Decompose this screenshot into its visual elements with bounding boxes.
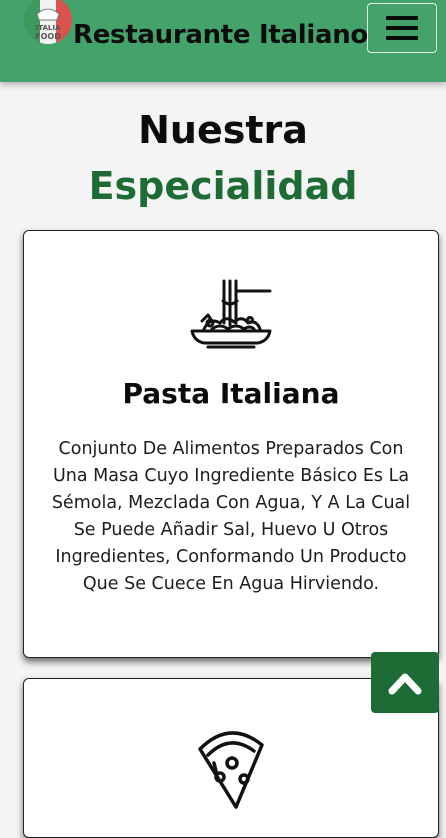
chevron-up-icon [388,673,422,694]
brand-name[interactable]: Restaurante Italiano [73,20,368,50]
card-title: Pasta Italiana [122,377,340,410]
section-title: Nuestra Especialidad [0,102,446,214]
section-title-line1: Nuestra [138,108,308,152]
top-navbar: ITALIA FOOD Restaurante Italiano [0,0,446,82]
pasta-icon [190,279,272,349]
specialty-card-pasta: Pasta Italiana Conjunto De Alimentos Pre… [23,230,439,658]
svg-text:FOOD: FOOD [35,32,61,41]
menu-toggle-button[interactable] [367,3,437,53]
scroll-to-top-button[interactable] [371,652,439,713]
hamburger-icon [386,16,418,20]
section-title-highlight: Especialidad [88,164,358,208]
card-description: Conjunto De Alimentos Preparados Con Una… [51,439,411,594]
brand-logo[interactable]: ITALIA FOOD [22,0,74,46]
pizza-icon [198,731,264,809]
svg-text:ITALIA: ITALIA [36,24,61,32]
